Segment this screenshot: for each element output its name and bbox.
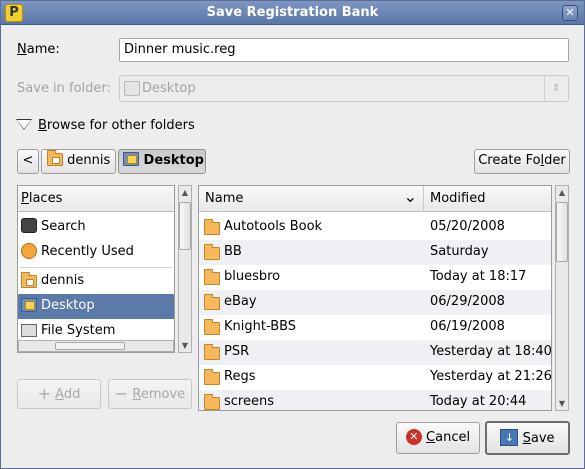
file-row[interactable]: Autotools Book 05/20/2008 [199,215,551,240]
file-name: PSR [224,344,250,359]
path-button-desktop[interactable]: Desktop [118,149,206,174]
file-modified: Today at 18:17 [430,269,527,284]
combo-arrow-icon: ⇕ [544,76,568,101]
name-label: Name: [17,42,60,57]
places-separator [20,267,172,268]
scroll-down-icon[interactable]: ▼ [179,339,191,352]
scroll-up-icon[interactable]: ▲ [556,186,568,199]
drive-icon [21,324,37,337]
path-button-label: dennis [67,153,111,168]
browse-folders-label: Browse for other folders [38,118,195,133]
filename-input[interactable]: Dinner music.reg [119,38,569,62]
folder-icon [204,394,220,410]
places-vertical-scrollbar[interactable]: ▲ ▼ [178,185,192,353]
file-row[interactable]: bluesbro Today at 18:17 [199,265,551,290]
file-name: screens [224,394,274,409]
remove-place-button[interactable]: − Remove [108,379,192,409]
column-header-name[interactable]: Name ⌄ [199,186,424,212]
folder-icon [204,369,220,385]
sort-descending-icon: ⌄ [403,187,417,206]
places-item-label: dennis [41,273,85,288]
save-in-folder-combo: Desktop ⇕ [119,75,569,102]
file-name: BB [224,244,242,259]
folder-icon [204,294,220,310]
file-name: bluesbro [224,269,281,284]
folder-icon [204,319,220,335]
binoculars-icon [21,218,37,233]
desktop-icon [124,81,140,96]
file-modified: 05/20/2008 [430,219,505,234]
places-item-dennis[interactable]: dennis [18,269,174,294]
path-button-label: Desktop [143,153,204,168]
scroll-up-icon[interactable]: ▲ [179,186,191,199]
file-row[interactable]: screens Today at 20:44 [199,390,551,410]
file-name: Autotools Book [224,219,323,234]
save-in-folder-value: Desktop [142,81,196,96]
scrollbar-thumb[interactable] [179,202,191,250]
close-button[interactable]: ✕ [562,5,578,21]
places-item-label: Desktop [41,298,95,313]
file-modified: Today at 20:44 [430,394,527,409]
scrollbar-thumb[interactable] [55,342,125,350]
cancel-icon: ✕ [405,429,422,445]
file-row[interactable]: Regs Yesterday at 21:26 [199,365,551,390]
column-header-modified[interactable]: Modified [425,186,551,212]
places-header[interactable]: Places [18,186,174,212]
places-horizontal-scrollbar[interactable] [18,340,174,352]
file-modified: 06/19/2008 [430,319,505,334]
files-panel: Name ⌄ Modified Autotools Book 05/20/200… [198,185,552,411]
folder-icon [204,344,220,360]
minus-icon: − [114,384,129,403]
places-item-recently-used[interactable]: Recently Used [18,240,174,265]
places-item-desktop[interactable]: Desktop [18,294,174,319]
places-item-label: Search [41,219,86,234]
clock-icon [21,243,37,259]
places-panel: Places Search Recently Used dennis Deskt… [17,185,175,353]
file-modified: 06/29/2008 [430,294,505,309]
places-item-label: File System [41,323,116,338]
chevron-left-icon: < [22,153,34,168]
path-button-dennis[interactable]: dennis [41,149,116,174]
title-bar[interactable]: P Save Registration Bank ✕ [1,1,584,25]
file-row[interactable]: PSR Yesterday at 18:40 [199,340,551,365]
file-name: Knight-BBS [224,319,297,334]
desktop-icon [21,298,37,312]
places-item-search[interactable]: Search [18,215,174,240]
save-button[interactable]: ↓ Save [485,421,570,455]
folder-icon [204,269,220,285]
files-vertical-scrollbar[interactable]: ▲ ▼ [555,185,569,411]
file-row[interactable]: eBay 06/29/2008 [199,290,551,315]
file-row[interactable]: BB Saturday [199,240,551,265]
desktop-icon [123,152,139,166]
folder-icon [204,244,220,260]
file-name: eBay [224,294,257,309]
add-place-button[interactable]: + Add [17,379,101,409]
file-modified: Saturday [430,244,489,259]
create-folder-button[interactable]: Create Folder [474,149,570,174]
save-in-folder-label: Save in folder: [17,81,111,96]
window-title: Save Registration Bank [206,5,379,20]
scrollbar-thumb[interactable] [556,202,568,262]
cancel-button[interactable]: ✕ Cancel [396,422,480,454]
plus-icon: + [37,384,52,403]
path-back-button[interactable]: < [17,149,39,174]
home-folder-icon [47,150,63,166]
save-icon: ↓ [500,429,519,446]
places-item-label: Recently Used [41,244,134,259]
file-name: Regs [224,369,256,384]
scroll-down-icon[interactable]: ▼ [556,397,568,410]
folder-icon [204,219,220,235]
file-row[interactable]: Knight-BBS 06/19/2008 [199,315,551,340]
file-modified: Yesterday at 21:26 [430,369,552,384]
home-folder-icon [21,272,37,288]
file-modified: Yesterday at 18:40 [430,344,552,359]
files-header: Name ⌄ Modified [199,186,551,212]
save-dialog: P Save Registration Bank ✕ Name: Dinner … [0,0,585,469]
